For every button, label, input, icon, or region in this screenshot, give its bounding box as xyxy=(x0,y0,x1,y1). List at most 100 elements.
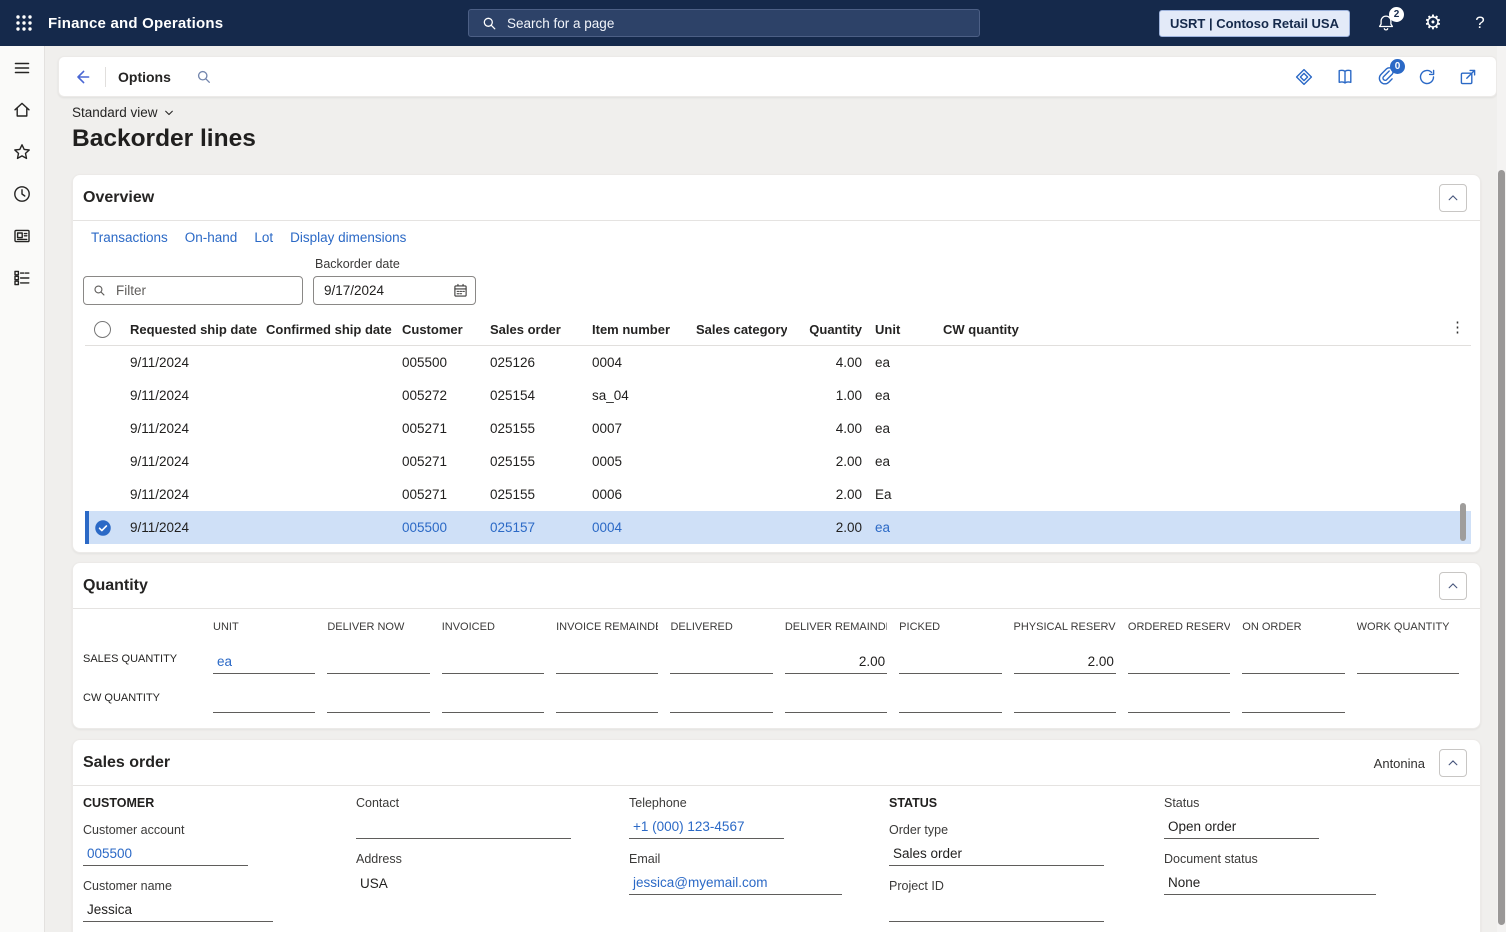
qty-field-unit-sales-quantity[interactable]: ea xyxy=(213,641,316,674)
qty-col-physical-reserved: PHYSICAL RESERVED xyxy=(1013,621,1116,633)
cell-customer: 005272 xyxy=(402,388,448,403)
quantity-collapse-button[interactable] xyxy=(1439,572,1467,600)
sidebar-item-recent-clock[interactable] xyxy=(6,180,38,212)
sidebar-item-modules-list[interactable] xyxy=(6,264,38,296)
col-header-confirmed-ship-date[interactable]: Confirmed ship date xyxy=(259,322,395,337)
table-row[interactable]: 9/11/2024 005271 025155 0006 2.00 Ea xyxy=(85,478,1471,511)
grid-column-options-icon[interactable]: ⋮ xyxy=(1446,320,1469,335)
environment-badge[interactable]: USRT | Contoso Retail USA xyxy=(1158,9,1350,37)
tab-transactions[interactable]: Transactions xyxy=(91,230,168,245)
task-guide-icon[interactable] xyxy=(1333,65,1357,89)
refresh-icon[interactable] xyxy=(1415,65,1439,89)
qty-field-deliver-now-sales-quantity[interactable] xyxy=(327,641,430,674)
qty-col-picked: PICKED xyxy=(899,621,941,633)
row-label-cw-quantity: CW QUANTITY xyxy=(83,692,160,704)
col-header-item-number[interactable]: Item number xyxy=(585,322,689,337)
order-type-value[interactable]: Sales order xyxy=(889,842,1104,866)
table-row[interactable]: 9/11/2024 005500 025126 0004 4.00 ea xyxy=(85,346,1471,379)
qty-field-invoice-remainder-sales-quantity[interactable] xyxy=(556,641,659,674)
global-search-box[interactable]: Search for a page xyxy=(468,9,980,37)
qty-field-ordered-reserved-sales-quantity[interactable] xyxy=(1127,641,1231,674)
telephone-value[interactable]: +1 (000) 123-4567 xyxy=(629,815,784,839)
filter-input[interactable] xyxy=(114,282,294,299)
qty-field-deliver-now-cw-quantity[interactable] xyxy=(327,680,430,713)
grid-filter-box[interactable] xyxy=(83,276,303,305)
attachments-icon[interactable]: 0 xyxy=(1374,58,1405,89)
open-in-new-window-icon[interactable] xyxy=(1456,65,1480,89)
tab-display-dimensions[interactable]: Display dimensions xyxy=(290,230,406,245)
cell-item_number: 0007 xyxy=(592,421,623,436)
cell-customer: 005500 xyxy=(402,520,448,535)
qty-field-invoiced-sales-quantity[interactable] xyxy=(441,641,545,674)
qty-field-work-quantity-sales-quantity[interactable] xyxy=(1356,641,1459,674)
col-header-requested-ship-date[interactable]: Requested ship date xyxy=(123,322,259,337)
tab-on-hand[interactable]: On-hand xyxy=(185,230,238,245)
qty-field-picked-cw-quantity[interactable] xyxy=(899,680,1002,713)
overview-collapse-button[interactable] xyxy=(1439,184,1467,212)
qty-field-physical-reserved-cw-quantity[interactable] xyxy=(1013,680,1116,713)
table-row[interactable]: 9/11/2024 005500 025157 0004 2.00 ea xyxy=(85,511,1471,544)
action-pane-search-icon[interactable] xyxy=(195,68,213,86)
filter-search-icon xyxy=(92,283,107,298)
table-row[interactable]: 9/11/2024 005271 025155 0007 4.00 ea xyxy=(85,412,1471,445)
table-row[interactable]: 9/11/2024 005272 025154 sa_04 1.00 ea xyxy=(85,379,1471,412)
qty-field-delivered-cw-quantity[interactable] xyxy=(670,680,773,713)
address-value[interactable]: USA xyxy=(356,871,571,895)
contact-value[interactable] xyxy=(356,815,571,839)
view-selector[interactable]: Standard view xyxy=(72,105,175,120)
backorder-date-input[interactable] xyxy=(316,282,436,299)
field-email: Email jessica@myemail.com xyxy=(629,852,869,895)
select-all-radio[interactable] xyxy=(94,320,111,338)
app-launcher-waffle-icon[interactable] xyxy=(0,0,48,46)
qty-field-delivered-sales-quantity[interactable] xyxy=(670,641,773,674)
cell-customer: 005500 xyxy=(402,355,448,370)
backorder-date-field[interactable] xyxy=(313,276,476,305)
action-pane: Options 0 xyxy=(58,56,1497,97)
col-header-quantity[interactable]: Quantity xyxy=(787,322,865,337)
qty-field-invoiced-cw-quantity[interactable] xyxy=(441,680,545,713)
notifications-bell-icon[interactable]: 2 xyxy=(1375,7,1404,35)
col-header-cw-quantity[interactable]: CW quantity xyxy=(931,322,1471,337)
grid-header-row: Requested ship date Confirmed ship date Cu… xyxy=(85,313,1471,346)
email-value[interactable]: jessica@myemail.com xyxy=(629,871,842,895)
qty-field-on-order-cw-quantity[interactable] xyxy=(1242,680,1345,713)
qty-field-invoice-remainder-cw-quantity[interactable] xyxy=(556,680,659,713)
table-row[interactable]: 9/11/2024 005271 025155 0005 2.00 ea xyxy=(85,445,1471,478)
sidebar-item-favorites-star[interactable] xyxy=(6,138,38,170)
field-customer-account: Customer account 005500 xyxy=(83,823,336,866)
designer-icon[interactable] xyxy=(1292,65,1316,89)
cell-requested_ship_date: 9/11/2024 xyxy=(130,421,190,436)
qty-field-deliver-remainder-cw-quantity[interactable] xyxy=(784,680,888,713)
customer-name-value[interactable]: Jessica xyxy=(83,898,273,922)
grid-scrollbar-thumb[interactable] xyxy=(1460,503,1466,541)
cell-sales_order: 025154 xyxy=(490,388,536,403)
qty-field-physical-reserved-sales-quantity[interactable]: 2.00 xyxy=(1013,641,1116,674)
project-id-value[interactable] xyxy=(889,898,1104,922)
tab-lot[interactable]: Lot xyxy=(254,230,273,245)
news-workspace-icon xyxy=(12,226,32,251)
telephone-label: Telephone xyxy=(629,796,687,810)
row-selected-check-icon[interactable] xyxy=(94,519,123,537)
help-icon[interactable]: ? xyxy=(1469,11,1491,35)
col-header-customer[interactable]: Customer xyxy=(395,322,483,337)
sidebar-item-menu[interactable] xyxy=(6,54,38,86)
qty-field-unit-cw-quantity[interactable] xyxy=(213,680,316,713)
col-header-sales-order[interactable]: Sales order xyxy=(483,322,585,337)
qty-field-picked-sales-quantity[interactable] xyxy=(899,641,1002,674)
customer-account-value[interactable]: 005500 xyxy=(83,842,248,866)
col-header-sales-category[interactable]: Sales category xyxy=(689,322,787,337)
document-status-value[interactable]: None xyxy=(1164,871,1376,895)
calendar-icon[interactable] xyxy=(452,282,469,299)
settings-gear-icon[interactable]: ⚙ xyxy=(1422,11,1444,35)
qty-field-deliver-remainder-sales-quantity[interactable]: 2.00 xyxy=(784,641,888,674)
status-value[interactable]: Open order xyxy=(1164,815,1319,839)
qty-field-on-order-sales-quantity[interactable] xyxy=(1242,641,1345,674)
options-menu[interactable]: Options xyxy=(118,69,171,85)
qty-field-ordered-reserved-cw-quantity[interactable] xyxy=(1127,680,1231,713)
back-arrow-icon[interactable] xyxy=(73,67,93,87)
sales-order-collapse-button[interactable] xyxy=(1439,749,1467,777)
sidebar-item-news-workspace[interactable] xyxy=(6,222,38,254)
page-scrollbar-thumb[interactable] xyxy=(1498,170,1505,925)
sidebar-item-home[interactable] xyxy=(6,96,38,128)
col-header-unit[interactable]: Unit xyxy=(865,322,931,337)
